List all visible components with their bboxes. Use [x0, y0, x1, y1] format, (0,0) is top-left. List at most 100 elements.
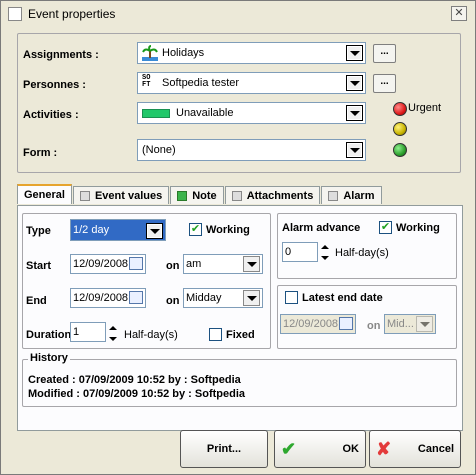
spin-up-icon[interactable]	[318, 241, 332, 252]
end-date-value: 12/09/2008	[73, 292, 129, 304]
tab-attachments[interactable]: Attachments	[224, 186, 321, 204]
tab-general[interactable]: General	[17, 184, 72, 204]
personnes-more-button[interactable]: ...	[373, 74, 396, 93]
start-label: Start	[26, 260, 52, 272]
duration-unit: Half-day(s)	[124, 329, 178, 341]
latest-period-select[interactable]: Mid...	[384, 314, 436, 334]
spin-down-icon[interactable]	[318, 252, 332, 263]
start-period-dropdown-arrow[interactable]	[243, 256, 260, 272]
latest-end-date-value: 12/09/2008	[283, 318, 339, 330]
urgent-label: Urgent	[408, 102, 442, 114]
start-period-value: am	[186, 258, 202, 270]
alarm-advance-value: 0	[285, 246, 292, 258]
start-period-select[interactable]: am	[183, 254, 263, 274]
end-on-label: on	[166, 295, 180, 307]
activity-color-swatch	[142, 108, 170, 118]
alarm-advance-unit: Half-day(s)	[335, 247, 389, 259]
tab-note-label: Note	[192, 189, 217, 202]
activities-select[interactable]: Unavailable	[137, 102, 366, 124]
form-select[interactable]: (None)	[137, 139, 366, 161]
calendar-icon[interactable]	[339, 317, 353, 330]
type-value: 1/2 day	[73, 224, 110, 236]
activities-value: Unavailable	[176, 107, 234, 119]
tab-alarm[interactable]: Alarm	[321, 186, 382, 204]
tab-strip: General Event values Note Attachments Al…	[17, 184, 383, 204]
personnes-value: Softpedia tester	[162, 77, 240, 89]
event-properties-window: Event properties ✕ Assignments : Holiday…	[0, 0, 476, 475]
duration-value: 1	[73, 326, 80, 338]
softpedia-logo-icon: SO FT	[142, 74, 151, 89]
spin-down-icon[interactable]	[106, 333, 120, 344]
cancel-button-label: Cancel	[417, 443, 454, 455]
app-icon	[8, 7, 22, 21]
working-label: Working	[206, 224, 250, 236]
working-checkbox[interactable]: ✔	[189, 223, 202, 236]
fixed-label: Fixed	[226, 329, 255, 341]
personnes-dropdown-arrow[interactable]	[346, 75, 363, 91]
type-dropdown-arrow[interactable]	[146, 223, 163, 239]
end-period-select[interactable]: Midday	[183, 288, 263, 308]
tab-attachments-checkbox	[231, 190, 242, 201]
fixed-checkbox[interactable]	[209, 328, 222, 341]
assignments-label: Assignments :	[23, 49, 99, 61]
end-label: End	[26, 295, 47, 307]
palm-tree-icon	[142, 45, 158, 61]
print-button[interactable]: Print...	[180, 430, 268, 468]
cancel-button[interactable]: ✘ Cancel	[369, 430, 461, 468]
end-period-value: Midday	[186, 292, 222, 304]
general-tab-panel: Type 1/2 day ✔ Working Start 12/09/2008 …	[17, 205, 463, 431]
alarm-advance-spinner[interactable]	[318, 241, 332, 263]
alarm-working-checkbox[interactable]: ✔	[379, 221, 392, 234]
tab-general-label: General	[24, 189, 65, 201]
low-priority-icon[interactable]	[393, 143, 407, 157]
type-label: Type	[26, 225, 51, 237]
latest-period-dropdown-arrow[interactable]	[416, 316, 433, 332]
history-legend: History	[28, 352, 70, 364]
alarm-working-label: Working	[396, 222, 440, 234]
tab-note-checkbox	[177, 190, 188, 201]
personnes-select[interactable]: SO FT Softpedia tester	[137, 72, 366, 94]
latest-end-date-field[interactable]: 12/09/2008	[280, 314, 356, 334]
duration-input[interactable]: 1	[70, 322, 106, 342]
duration-spinner[interactable]	[106, 322, 120, 344]
calendar-icon[interactable]	[129, 257, 143, 270]
assignments-select[interactable]: Holidays	[137, 42, 366, 64]
tab-alarm-checkbox	[328, 190, 339, 201]
personnes-label: Personnes :	[23, 79, 86, 91]
medium-priority-icon[interactable]	[393, 122, 407, 136]
title-bar: Event properties	[1, 1, 475, 27]
tab-note[interactable]: Note	[170, 186, 224, 204]
type-select[interactable]: 1/2 day	[70, 219, 166, 241]
tab-attachments-label: Attachments	[246, 189, 314, 202]
ok-button-label: OK	[342, 443, 360, 455]
start-date-value: 12/09/2008	[73, 258, 129, 270]
activities-label: Activities :	[23, 109, 79, 121]
cancel-x-icon: ✘	[376, 438, 392, 459]
ok-button[interactable]: ✔ OK	[274, 430, 366, 468]
latest-on-label: on	[367, 320, 381, 332]
form-dropdown-arrow[interactable]	[346, 142, 363, 158]
close-button[interactable]: ✕	[451, 6, 467, 21]
tab-event-values[interactable]: Event values	[72, 186, 170, 204]
form-label: Form :	[23, 147, 58, 159]
latest-end-checkbox[interactable]	[285, 291, 298, 304]
print-button-label: Print...	[206, 443, 242, 455]
latest-end-label: Latest end date	[302, 292, 383, 304]
latest-period-value: Mid...	[387, 318, 414, 330]
history-created: Created : 07/09/2009 10:52 by : Softpedi…	[28, 374, 241, 386]
tab-event-values-checkbox	[79, 190, 90, 201]
duration-label: Duration	[26, 329, 72, 341]
urgent-priority-icon[interactable]	[393, 102, 407, 116]
assignments-more-button[interactable]: ...	[373, 44, 396, 63]
spin-up-icon[interactable]	[106, 322, 120, 333]
start-date-field[interactable]: 12/09/2008	[70, 254, 146, 274]
alarm-advance-input[interactable]: 0	[282, 242, 318, 262]
activities-dropdown-arrow[interactable]	[346, 105, 363, 121]
calendar-icon[interactable]	[129, 291, 143, 304]
end-date-field[interactable]: 12/09/2008	[70, 288, 146, 308]
start-on-label: on	[166, 260, 180, 272]
alarm-advance-label: Alarm advance	[282, 222, 361, 234]
form-value: (None)	[142, 144, 176, 156]
end-period-dropdown-arrow[interactable]	[243, 290, 260, 306]
assignments-dropdown-arrow[interactable]	[346, 45, 363, 61]
